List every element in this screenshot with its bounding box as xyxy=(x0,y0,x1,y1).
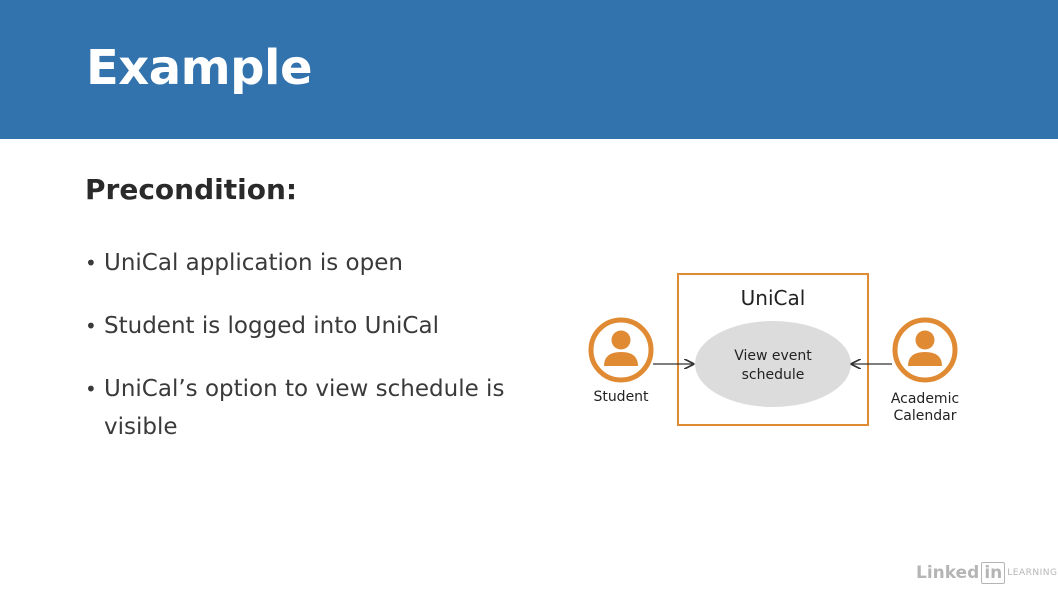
bullet-icon: • xyxy=(85,314,97,338)
watermark-in-logo: in xyxy=(981,562,1006,584)
precondition-heading: Precondition: xyxy=(85,173,298,206)
student-actor-icon xyxy=(588,317,654,383)
precondition-list: • UniCal application is open • Student i… xyxy=(85,244,525,471)
bullet-icon: • xyxy=(85,377,97,401)
list-item: • Student is logged into UniCal xyxy=(85,307,525,345)
list-item-text: Student is logged into UniCal xyxy=(104,313,439,339)
title-banner: Example xyxy=(0,0,1058,139)
system-name-label: UniCal xyxy=(741,286,806,310)
use-case-ellipse xyxy=(695,321,851,407)
list-item-text: UniCal’s option to view schedule is visi… xyxy=(104,376,505,440)
use-case-label-line1: View event xyxy=(734,348,812,364)
academic-calendar-label-line2: Calendar xyxy=(894,408,957,424)
bullet-icon: • xyxy=(85,251,97,275)
list-item: • UniCal’s option to view schedule is vi… xyxy=(85,370,525,446)
watermark-brand-text: Linked xyxy=(916,563,980,583)
watermark-learning-text: LEARNING xyxy=(1007,568,1058,578)
academic-calendar-label-line1: Academic xyxy=(891,391,959,407)
slide-title: Example xyxy=(86,40,313,96)
list-item-text: UniCal application is open xyxy=(104,250,403,276)
academic-calendar-actor-icon xyxy=(892,317,958,383)
use-case-label-line2: schedule xyxy=(742,367,805,383)
list-item: • UniCal application is open xyxy=(85,244,525,282)
linkedin-learning-watermark: Linked in LEARNING xyxy=(916,562,1057,584)
use-case-diagram: UniCal View event schedule Student Acade… xyxy=(588,273,959,426)
student-label: Student xyxy=(593,389,649,405)
